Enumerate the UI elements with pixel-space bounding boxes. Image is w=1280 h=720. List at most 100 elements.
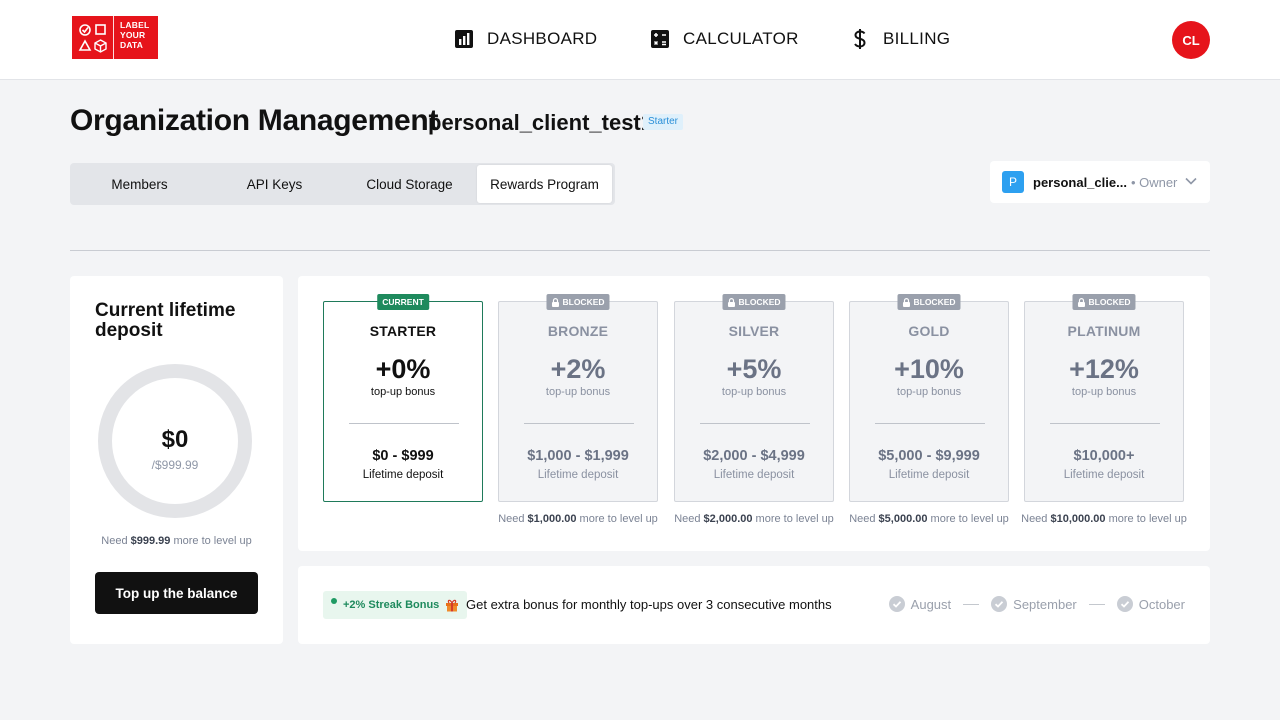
organization-name: personal_client_test1: [428, 110, 653, 135]
tier-range: $5,000 - $9,999: [878, 448, 980, 464]
check-circle-icon: [888, 596, 905, 612]
tier-flag-blocked: BLOCKED: [546, 294, 610, 310]
tier-bonus-label: top-up bonus: [545, 386, 611, 398]
tier-range: $2,000 - $4,999: [703, 448, 805, 464]
tier-name: PLATINUM: [1067, 323, 1141, 339]
streak-badge-label: +2% Streak Bonus: [343, 599, 440, 611]
tab-rewards-program[interactable]: Rewards Program: [477, 165, 612, 203]
deposit-title: Current lifetime deposit: [95, 300, 236, 341]
reward-tiers-panel: CURRENT STARTER +0% top-up bonus $0 - $9…: [298, 276, 1210, 551]
nav-dashboard-label: DASHBOARD: [487, 29, 598, 48]
tier-flag-current: CURRENT: [377, 294, 429, 310]
tier-card-silver: BLOCKED SILVER +5% top-up bonus $2,000 -…: [674, 294, 834, 502]
tier-range: $0 - $999: [372, 448, 434, 464]
gift-icon: [445, 598, 459, 612]
dollar-icon: [849, 28, 871, 50]
tier-need-suffix: more to level up: [927, 513, 1009, 525]
tier-bonus: +5%: [726, 354, 782, 384]
tier-name: STARTER: [369, 323, 437, 339]
logo-wordmark: LABEL YOUR DATA: [114, 16, 158, 59]
tier-range-label: Lifetime deposit: [1063, 469, 1145, 481]
deposit-value: $0: [161, 426, 189, 453]
tier-need-amount: $10,000.00: [1050, 513, 1106, 525]
month-label: October: [1138, 596, 1185, 612]
organization-initial: P: [1002, 171, 1024, 193]
chevron-down-icon: [1184, 173, 1198, 191]
tier-need-prefix: Need: [498, 513, 528, 525]
tier-range-label: Lifetime deposit: [362, 469, 444, 481]
tier-card-starter: CURRENT STARTER +0% top-up bonus $0 - $9…: [323, 294, 483, 502]
tier-divider: [524, 423, 634, 424]
streak-bonus-badge: +2% Streak Bonus: [323, 591, 468, 619]
bar-chart-icon: [453, 28, 475, 50]
top-up-balance-button[interactable]: Top up the balance: [95, 572, 258, 614]
tier-divider: [349, 423, 459, 424]
tier-flag-blocked: BLOCKED: [1072, 294, 1136, 310]
streak-months: August September October: [888, 596, 1185, 612]
streak-bonus-card: +2% Streak Bonus Get extra bonus for mon…: [298, 566, 1210, 644]
tier-need-suffix: more to level up: [576, 513, 658, 525]
lock-icon: [551, 297, 559, 307]
streak-description: Get extra bonus for monthly top-ups over…: [466, 597, 832, 612]
organization-select[interactable]: P personal_clie... • Owner: [990, 161, 1210, 203]
tier-range-label: Lifetime deposit: [713, 469, 795, 481]
tier-bonus-label: top-up bonus: [1071, 386, 1137, 398]
nav-calculator-label: CALCULATOR: [683, 29, 799, 48]
tier-range: $1,000 - $1,999: [527, 448, 629, 464]
month-connector: [963, 603, 980, 605]
lock-icon: [902, 297, 910, 307]
tier-need-amount: $5,000.00: [878, 513, 928, 525]
month-connector: [1088, 603, 1105, 605]
tier-level-up-hint: Need $2,000.00 more to level up: [659, 513, 849, 525]
tier-flag-label: BLOCKED: [562, 297, 605, 307]
check-circle-icon: [991, 596, 1008, 612]
tier-range-label: Lifetime deposit: [888, 469, 970, 481]
nav-billing[interactable]: BILLING: [849, 28, 950, 50]
status-dot-icon: [331, 598, 337, 604]
tier-range: $10,000+: [1073, 448, 1135, 464]
nav-dashboard[interactable]: DASHBOARD: [453, 28, 597, 50]
logo-line: DATA: [120, 40, 144, 50]
deposit-max: /$999.99: [151, 458, 199, 472]
top-navigation-bar: LABEL YOUR DATA DASHBOARD CALCULATOR BIL…: [0, 0, 1280, 80]
tab-bar: Members API Keys Cloud Storage Rewards P…: [70, 163, 615, 205]
tier-need-prefix: Need: [674, 513, 704, 525]
tier-bonus: +12%: [1069, 354, 1139, 384]
tab-cloud-storage[interactable]: Cloud Storage: [342, 165, 477, 203]
tier-card-gold: BLOCKED GOLD +10% top-up bonus $5,000 - …: [849, 294, 1009, 502]
organization-select-name: personal_clie...: [1033, 174, 1127, 190]
tier-divider: [700, 423, 810, 424]
label-your-data-logo[interactable]: LABEL YOUR DATA: [72, 16, 158, 59]
calculator-icon: [649, 28, 671, 50]
level-up-amount: $999.99: [130, 535, 171, 547]
nav-calculator[interactable]: CALCULATOR: [649, 28, 799, 50]
tier-divider: [875, 423, 985, 424]
tier-name: BRONZE: [547, 323, 609, 339]
check-circle-icon: [1116, 596, 1133, 612]
streak-month: September: [991, 596, 1077, 612]
tab-members[interactable]: Members: [72, 165, 207, 203]
user-avatar[interactable]: CL: [1172, 21, 1210, 59]
tier-need-amount: $2,000.00: [703, 513, 753, 525]
level-up-suffix: more to level up: [170, 535, 252, 547]
page-title: Organization Management: [70, 104, 439, 137]
tier-bonus: +10%: [894, 354, 964, 384]
tier-level-up-hint: Need $10,000.00 more to level up: [1009, 513, 1199, 525]
lock-icon: [1077, 297, 1085, 307]
tier-flag-label: CURRENT: [382, 297, 424, 307]
streak-month: August: [888, 596, 952, 612]
tier-flag-blocked: BLOCKED: [897, 294, 961, 310]
tab-api-keys[interactable]: API Keys: [207, 165, 342, 203]
tier-need-amount: $1,000.00: [527, 513, 577, 525]
tier-card-bronze: BLOCKED BRONZE +2% top-up bonus $1,000 -…: [498, 294, 658, 502]
tier-flag-blocked: BLOCKED: [722, 294, 786, 310]
tier-range-label: Lifetime deposit: [537, 469, 619, 481]
tier-name: GOLD: [908, 323, 950, 339]
tier-bonus: +2%: [550, 354, 606, 384]
lock-icon: [727, 297, 735, 307]
month-label: August: [910, 596, 952, 612]
tier-name: SILVER: [728, 323, 780, 339]
organization-select-role: • Owner: [1130, 174, 1178, 190]
lifetime-deposit-card: Current lifetime deposit $0 /$999.99 Nee…: [70, 276, 283, 644]
logo-line: LABEL: [120, 20, 150, 30]
